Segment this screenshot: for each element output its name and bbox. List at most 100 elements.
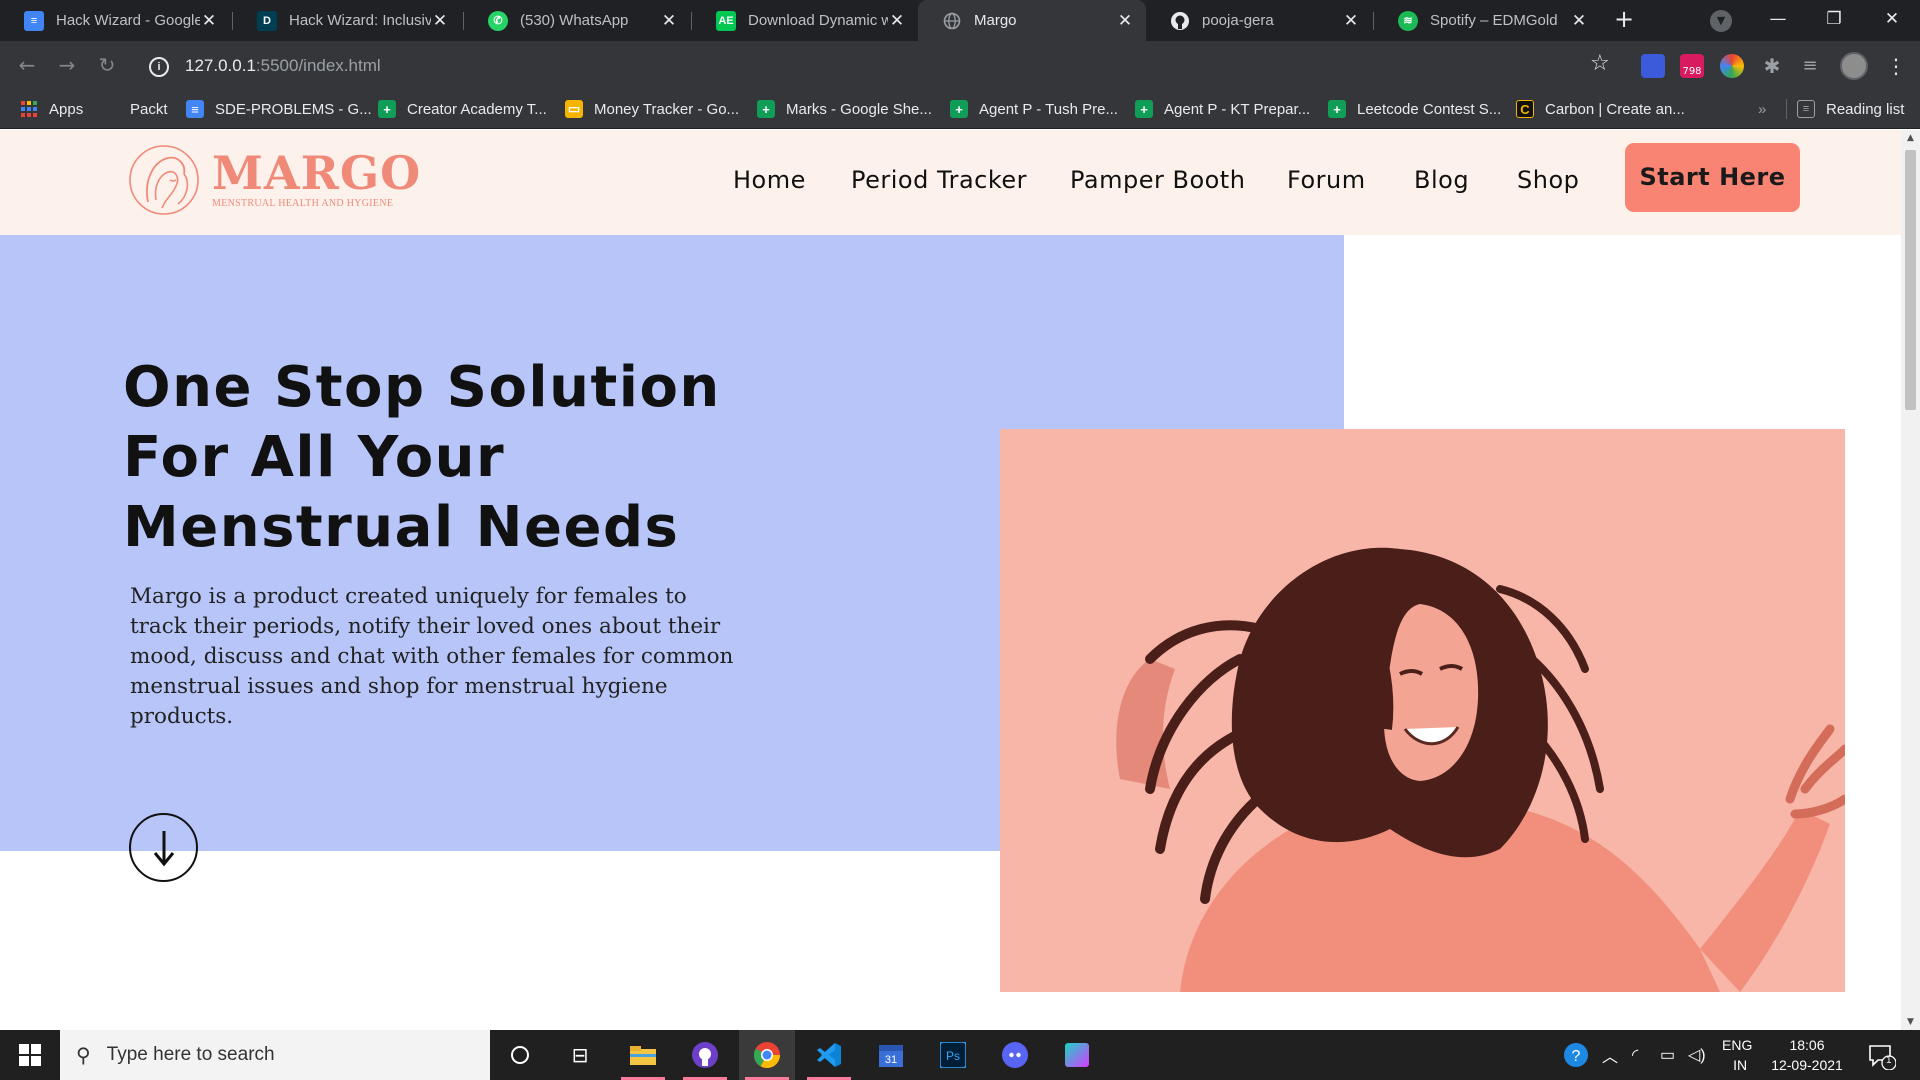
- calendar-icon[interactable]: 31: [863, 1030, 919, 1080]
- logo-face-icon[interactable]: [126, 142, 202, 218]
- extension-messenger-icon[interactable]: [1641, 54, 1665, 78]
- media-control-icon[interactable]: ≡: [1798, 54, 1822, 78]
- chrome-icon[interactable]: [739, 1030, 795, 1080]
- nav-shop[interactable]: Shop: [1517, 166, 1579, 194]
- bookmark-agent-p-tush[interactable]: + Agent P - Tush Pre...: [950, 89, 1118, 129]
- bookmark-agent-p-kt[interactable]: + Agent P - KT Prepar...: [1135, 89, 1310, 129]
- tray-chevron-icon[interactable]: ︿: [1602, 1030, 1618, 1080]
- extension-color-icon[interactable]: [1720, 54, 1744, 78]
- clock[interactable]: 18:06 12-09-2021: [1767, 1030, 1847, 1080]
- bookmark-marks[interactable]: + Marks - Google She...: [757, 89, 932, 129]
- help-icon[interactable]: ?: [1562, 1030, 1590, 1080]
- page-scrollbar[interactable]: ▲ ▼: [1901, 130, 1920, 1030]
- address-bar[interactable]: i 127.0.0.1:5500/index.html: [139, 49, 1569, 83]
- profile-avatar[interactable]: [1840, 52, 1868, 80]
- github-desktop-icon[interactable]: [677, 1030, 733, 1080]
- notifications-icon[interactable]: 1: [1866, 1030, 1896, 1080]
- taskbar-search-box[interactable]: ⚲ Type here to search: [60, 1030, 490, 1080]
- wifi-icon[interactable]: ◜: [1632, 1030, 1638, 1080]
- file-explorer-icon[interactable]: [615, 1030, 671, 1080]
- photoshop-icon[interactable]: Ps: [925, 1030, 981, 1080]
- docs-icon: ≡: [24, 10, 44, 31]
- spotify-icon: ≋: [1398, 10, 1418, 31]
- close-icon[interactable]: ✕: [1570, 11, 1588, 31]
- task-view-icon[interactable]: ⊟: [552, 1030, 608, 1080]
- tab-4-active[interactable]: Margo ✕: [918, 0, 1146, 41]
- hero-description: Margo is a product created uniquely for …: [130, 584, 734, 729]
- bookmark-sde-problems[interactable]: ≡ SDE-PROBLEMS - G...: [186, 89, 372, 129]
- sheets-icon: +: [378, 100, 396, 118]
- tab-2[interactable]: ✆ (530) WhatsApp ✕: [464, 0, 690, 41]
- tab-3[interactable]: AE Download Dynamic w ✕: [692, 0, 918, 41]
- volume-icon[interactable]: ◁): [1688, 1030, 1706, 1080]
- bookmark-carbon[interactable]: C Carbon | Create an...: [1516, 89, 1685, 129]
- bookmarks-overflow-icon[interactable]: »: [1758, 89, 1766, 129]
- bookmark-label: Marks - Google She...: [786, 100, 932, 118]
- scroll-up-icon[interactable]: ▲: [1901, 130, 1920, 146]
- overflow-glyph: »: [1758, 100, 1767, 118]
- slides-icon: ▭: [565, 100, 583, 118]
- svg-text:31: 31: [885, 1054, 897, 1066]
- bookmark-label: Money Tracker - Go...: [594, 100, 740, 118]
- new-tab-button[interactable]: +: [1610, 6, 1638, 34]
- bookmark-creator-academy[interactable]: + Creator Academy T...: [378, 89, 547, 129]
- tab-5[interactable]: pooja-gera ✕: [1146, 0, 1372, 41]
- close-icon[interactable]: ✕: [1342, 11, 1360, 31]
- close-icon[interactable]: ✕: [200, 11, 218, 31]
- clock-date: 12-09-2021: [1771, 1057, 1843, 1073]
- app-gradient-icon[interactable]: [1049, 1030, 1105, 1080]
- tab-title: Download Dynamic w: [748, 12, 888, 29]
- nav-home[interactable]: Home: [733, 166, 806, 194]
- battery-icon[interactable]: ▭: [1660, 1030, 1675, 1080]
- close-icon[interactable]: ✕: [888, 11, 906, 31]
- browser-menu-icon[interactable]: ⋮: [1884, 54, 1908, 78]
- lang-bottom: IN: [1733, 1057, 1748, 1073]
- language-indicator[interactable]: ENG IN: [1722, 1030, 1752, 1080]
- nav-blog[interactable]: Blog: [1414, 166, 1469, 194]
- vscode-icon[interactable]: [801, 1030, 857, 1080]
- bookmark-leetcode[interactable]: + Leetcode Contest S...: [1328, 89, 1501, 129]
- tab-title: pooja-gera: [1202, 12, 1274, 29]
- close-window-button[interactable]: ✕: [1864, 0, 1920, 41]
- forward-icon[interactable]: →: [52, 50, 82, 80]
- tab-search-icon[interactable]: ▼: [1710, 10, 1732, 32]
- nav-pamper-booth[interactable]: Pamper Booth: [1070, 166, 1245, 194]
- svg-text:Ps: Ps: [946, 1049, 960, 1063]
- extension-badge-icon[interactable]: 798: [1680, 54, 1704, 78]
- reload-icon[interactable]: ↻: [92, 50, 122, 80]
- sheets-icon: +: [1135, 100, 1153, 118]
- tab-title: (530) WhatsApp: [520, 12, 629, 29]
- bookmark-packt[interactable]: Packt: [130, 89, 168, 129]
- bookmark-apps[interactable]: Apps: [20, 89, 83, 129]
- reading-list-icon: ≡: [1797, 100, 1815, 118]
- bookmark-money-tracker[interactable]: ▭ Money Tracker - Go...: [565, 89, 739, 129]
- start-here-button[interactable]: Start Here: [1625, 143, 1800, 212]
- logo-wordmark[interactable]: MARGO: [212, 150, 421, 196]
- restore-button[interactable]: ❐: [1806, 0, 1862, 41]
- reading-list-label: Reading list: [1826, 100, 1905, 118]
- cortana-icon[interactable]: [492, 1030, 548, 1080]
- scroll-thumb[interactable]: [1905, 150, 1916, 410]
- reading-list-button[interactable]: ≡ Reading list: [1797, 89, 1904, 129]
- scroll-down-button[interactable]: [129, 813, 198, 882]
- nav-forum[interactable]: Forum: [1287, 166, 1366, 194]
- scroll-down-icon[interactable]: ▼: [1901, 1014, 1920, 1030]
- discord-icon[interactable]: [987, 1030, 1043, 1080]
- tab-title: Margo: [974, 12, 1017, 29]
- tab-1[interactable]: D Hack Wizard: Inclusive ✕: [233, 0, 461, 41]
- site-info-icon[interactable]: i: [149, 56, 169, 77]
- bookmark-star-icon[interactable]: ☆: [1590, 51, 1610, 76]
- tab-6[interactable]: ≋ Spotify – EDMGold ✕: [1374, 0, 1600, 41]
- nav-period-tracker[interactable]: Period Tracker: [851, 166, 1027, 194]
- tab-0[interactable]: ≡ Hack Wizard - Google ✕: [0, 0, 230, 41]
- windows-start-icon[interactable]: [0, 1030, 60, 1080]
- notification-count: 1: [1886, 1055, 1892, 1066]
- close-icon[interactable]: ✕: [660, 11, 678, 31]
- back-icon[interactable]: ←: [12, 50, 42, 80]
- bookmark-label: Packt: [130, 100, 168, 118]
- close-icon[interactable]: ✕: [431, 11, 449, 31]
- extensions-puzzle-icon[interactable]: ✱: [1760, 54, 1784, 78]
- hero-title: One Stop Solution For All Your Menstrual…: [123, 355, 721, 560]
- minimize-button[interactable]: —: [1750, 0, 1806, 41]
- close-icon[interactable]: ✕: [1116, 11, 1134, 31]
